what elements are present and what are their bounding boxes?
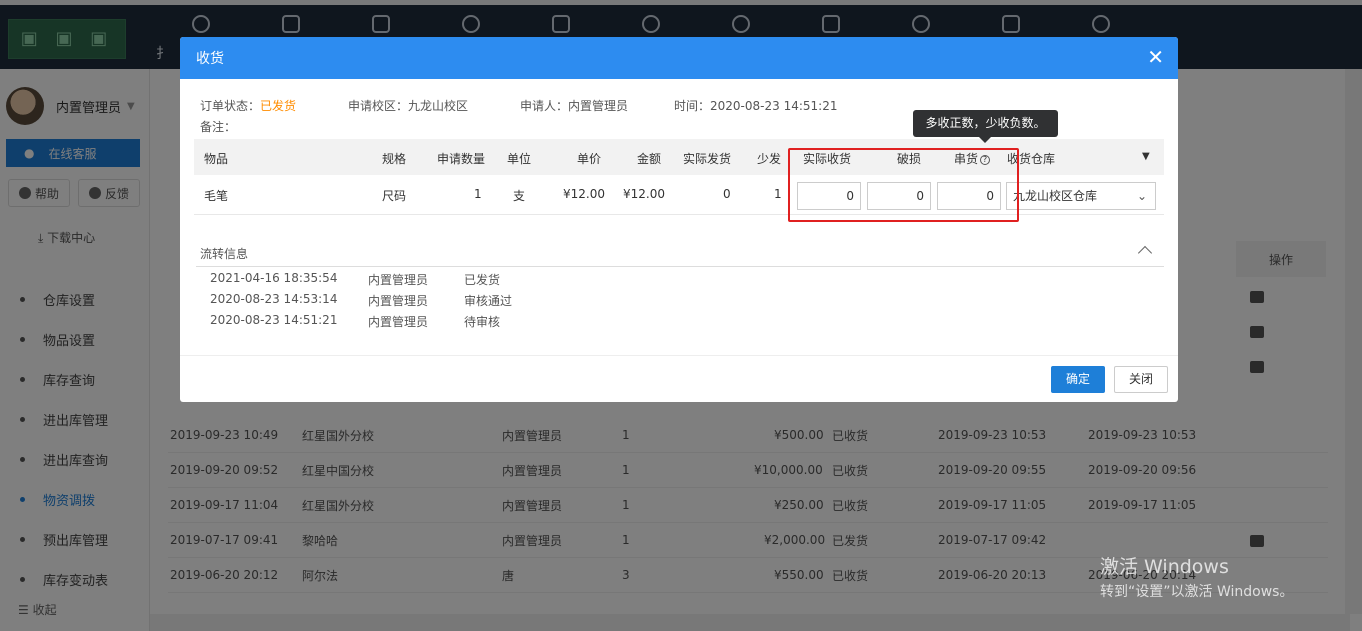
divider: [196, 266, 1164, 267]
time-value: 2020-08-23 14:51:21: [710, 99, 838, 113]
apply-campus: 申请校区：九龙山校区: [348, 97, 468, 114]
warehouse-value: 九龙山校区仓库: [1013, 189, 1098, 203]
column-header: 少发: [757, 152, 782, 166]
applicant: 申请人：内置管理员: [520, 97, 628, 114]
item-short: 1: [774, 187, 782, 201]
watermark-line-2: 转到“设置”以激活 Windows。: [1100, 584, 1294, 600]
order-time: 时间：2020-08-23 14:51:21: [674, 97, 837, 114]
dialog-title: 收货: [196, 51, 224, 67]
receive-dialog: 收货 ✕ 订单状态：已发货 申请校区：九龙山校区 申请人：内置管理员 时间：20…: [180, 37, 1178, 402]
flow-title: 流转信息: [200, 247, 249, 261]
column-header: 单价: [577, 152, 602, 166]
caret-down-icon[interactable]: ▼: [1142, 151, 1150, 162]
flow-time: 2020-08-23 14:51:21: [210, 313, 338, 327]
applicant-label: 申请人：: [520, 99, 569, 113]
item-amount: ¥12.00: [623, 187, 665, 201]
item-shipped: 0: [723, 187, 731, 201]
chevron-up-icon[interactable]: [1137, 245, 1153, 261]
column-header: 规格: [382, 152, 407, 166]
column-header: 金额: [637, 152, 662, 166]
campus-label: 申请校区：: [348, 99, 409, 113]
flow-time: 2020-08-23 14:53:14: [210, 292, 338, 306]
activation-watermark: 激活 Windows 转到“设置”以激活 Windows。: [1100, 552, 1293, 601]
order-status: 订单状态：已发货: [200, 97, 296, 114]
confirm-button[interactable]: 确定: [1051, 366, 1105, 393]
tooltip: 多收正数，少收负数。: [913, 110, 1058, 143]
item-name: 毛笔: [204, 189, 229, 203]
dialog-header: 收货 ✕: [180, 37, 1178, 79]
chevron-down-icon: ⌄: [1136, 189, 1147, 203]
flow-time: 2021-04-16 18:35:54: [210, 271, 338, 285]
column-header: 单位: [507, 152, 532, 166]
warehouse-select[interactable]: 九龙山校区仓库 ⌄: [1006, 182, 1156, 210]
item-unit: 支: [513, 189, 526, 203]
flow-user: 内置管理员: [368, 294, 429, 308]
column-header: 实际发货: [683, 152, 732, 166]
highlight-box: [788, 148, 1019, 222]
close-button[interactable]: 关闭: [1114, 366, 1168, 393]
dialog-footer: 确定 关闭: [180, 355, 1178, 402]
order-status-value: 已发货: [260, 99, 297, 113]
time-label: 时间：: [674, 99, 711, 113]
campus-value: 九龙山校区: [408, 99, 469, 113]
watermark-line-1: 激活 Windows: [1100, 556, 1229, 578]
flow-user: 内置管理员: [368, 273, 429, 287]
item-spec: 尺码: [382, 189, 407, 203]
flow-status: 已发货: [464, 273, 501, 287]
column-header: 申请数量: [437, 152, 486, 166]
remark-label: 备注：: [200, 120, 237, 134]
flow-status: 审核通过: [464, 294, 513, 308]
order-status-label: 订单状态：: [200, 99, 261, 113]
column-header: 物品: [204, 152, 229, 166]
flow-status: 待审核: [464, 315, 501, 329]
item-price: ¥12.00: [563, 187, 605, 201]
close-icon[interactable]: ✕: [1147, 47, 1164, 67]
applicant-value: 内置管理员: [568, 99, 629, 113]
item-qty: 1: [474, 187, 482, 201]
flow-user: 内置管理员: [368, 315, 429, 329]
